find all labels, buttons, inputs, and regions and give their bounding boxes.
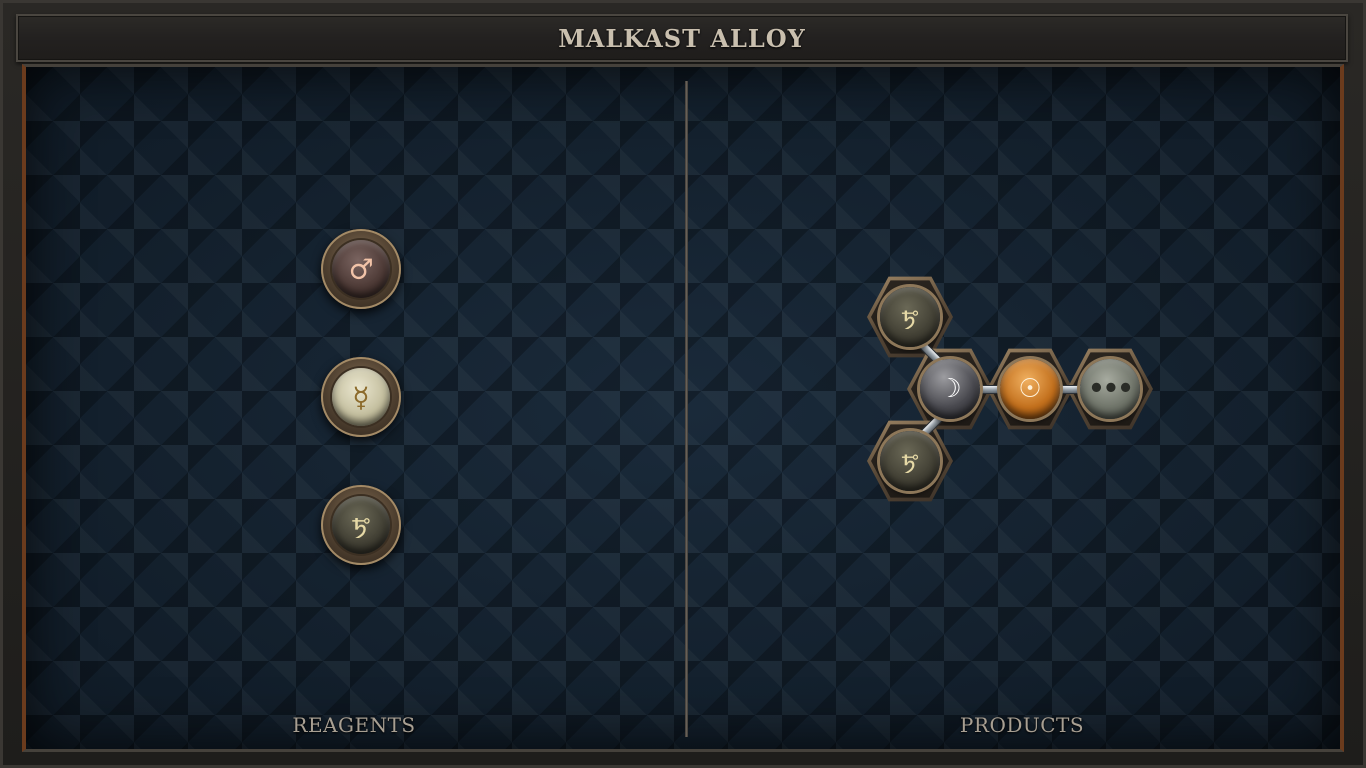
iron-icon: ♂ bbox=[332, 240, 390, 298]
panel-divider bbox=[685, 81, 688, 737]
product-silver-icon: ☽ bbox=[920, 359, 980, 419]
product-gold-icon: ☉ bbox=[1000, 359, 1060, 419]
lead-icon: 🜪 bbox=[332, 496, 390, 554]
product-salt-icon: ••• bbox=[1080, 359, 1140, 419]
puzzle-board: ♂ ☿ 🜪 REAGENTS 🜪 ☽ ☉ ••• 🜪 PRODUCTS bbox=[22, 64, 1344, 752]
quicksilver-icon: ☿ bbox=[332, 368, 390, 426]
reagent-quicksilver[interactable]: ☿ bbox=[321, 357, 401, 437]
title-bar: MALKAST ALLOY bbox=[16, 14, 1348, 62]
products-label: PRODUCTS bbox=[959, 713, 1085, 737]
reagent-iron[interactable]: ♂ bbox=[321, 229, 401, 309]
page-title: MALKAST ALLOY bbox=[558, 23, 806, 53]
product-lead-icon: 🜪 bbox=[880, 431, 940, 491]
reagents-label: REAGENTS bbox=[292, 713, 416, 737]
product-lead-icon: 🜪 bbox=[880, 287, 940, 347]
reagent-lead[interactable]: 🜪 bbox=[321, 485, 401, 565]
